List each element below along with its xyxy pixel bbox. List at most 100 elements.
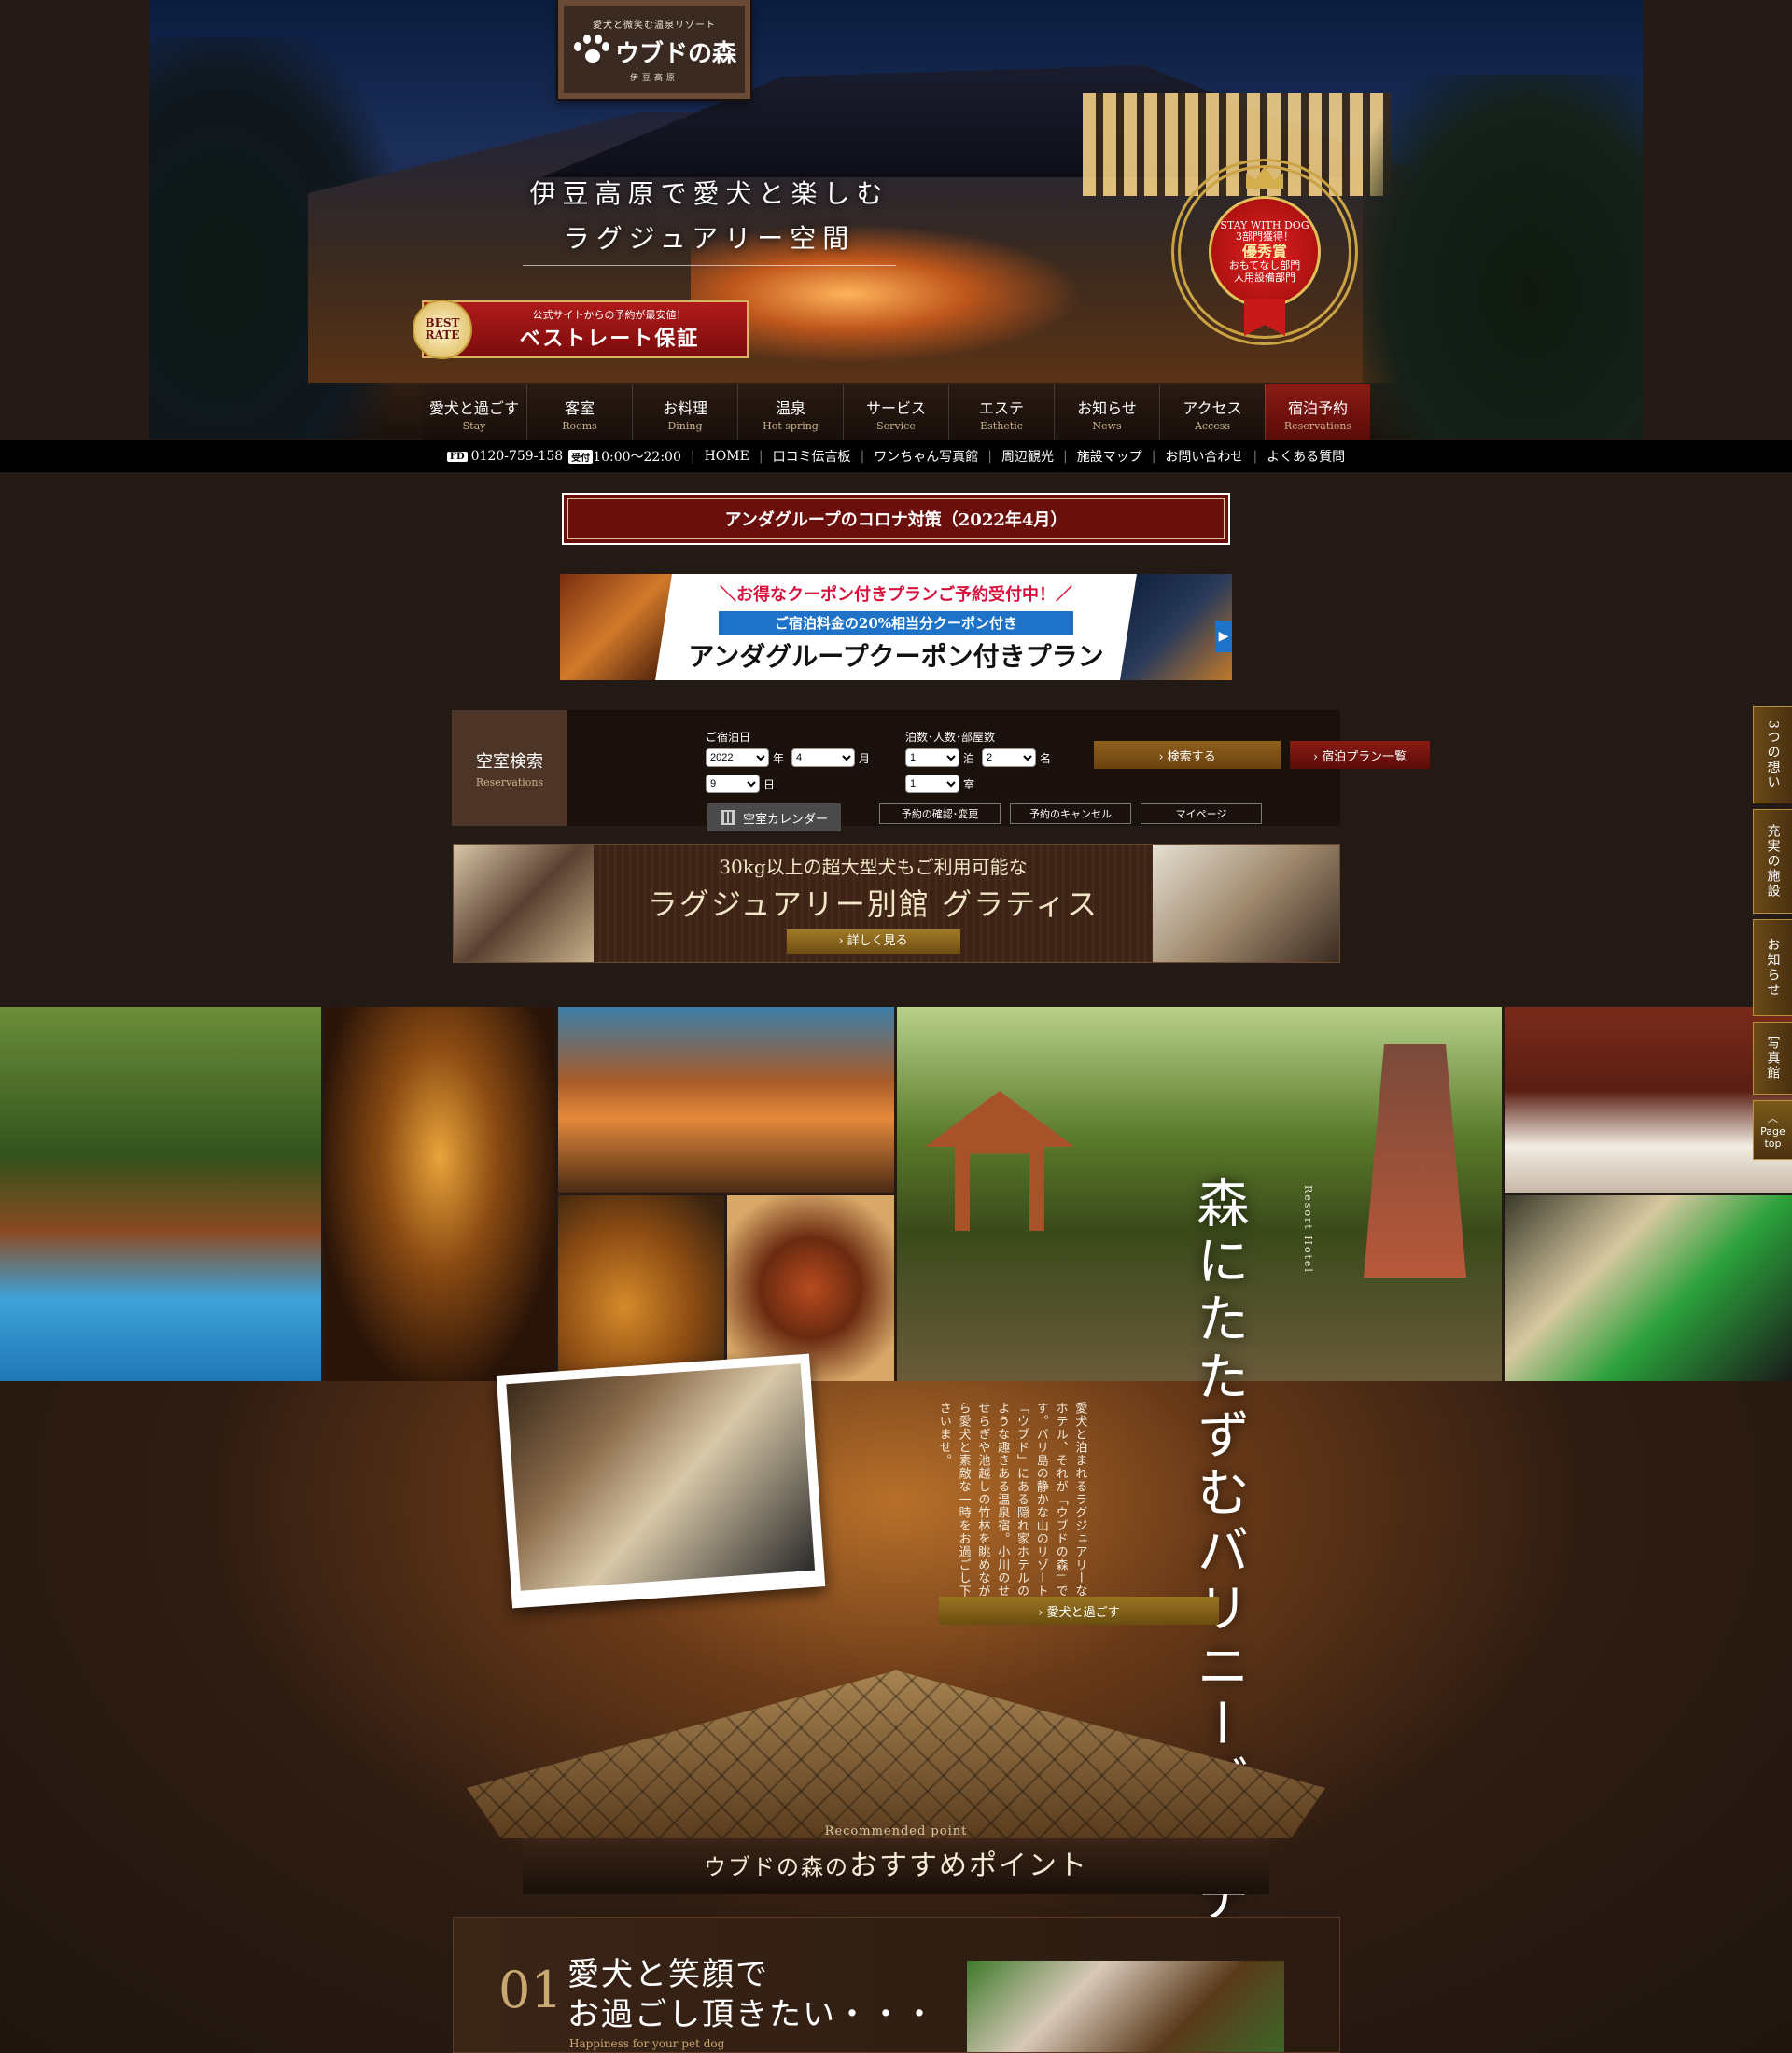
link-reviews[interactable]: 口コミ伝言板 xyxy=(773,447,851,466)
month-select[interactable]: 4 xyxy=(791,748,856,767)
year-select[interactable]: 2022 xyxy=(706,748,769,767)
coupon-photo-left xyxy=(560,574,672,680)
nav-item-access[interactable]: アクセス Access xyxy=(1159,384,1265,440)
nav-sublabel: Service xyxy=(876,420,916,432)
paw-icon xyxy=(572,35,609,68)
point-photo-dogs xyxy=(967,1961,1284,2052)
search-title: 空室検索 xyxy=(476,751,543,772)
nav-item-esthetic[interactable]: エステ Esthetic xyxy=(948,384,1054,440)
rooms-unit: 室 xyxy=(963,777,975,791)
divider: | xyxy=(1253,449,1258,464)
recommend-title-pre: ウブドの森の xyxy=(704,1854,849,1880)
day-select[interactable]: 9 xyxy=(706,775,760,793)
people-select[interactable]: 2 xyxy=(982,748,1037,767)
phone-number[interactable]: FD 0120-759-158 xyxy=(446,449,563,464)
search-button[interactable]: › 検索する xyxy=(1094,741,1281,769)
stay-with-dog-button[interactable]: › 愛犬と過ごす xyxy=(939,1597,1219,1625)
lobby-photo xyxy=(496,1353,826,1609)
award-line-2: 人用設備部門 xyxy=(1234,271,1295,284)
rooms-select[interactable]: 1 xyxy=(905,775,959,793)
page-top-button[interactable]: ︿ Page top xyxy=(1753,1100,1792,1160)
gratis-banner[interactable]: 30kg以上の超大型犬もご利用可能な ラグジュアリー別館 グラティス › 詳しく… xyxy=(453,844,1340,963)
gate-shape xyxy=(1364,1044,1466,1278)
gratis-detail-button[interactable]: › 詳しく見る xyxy=(786,929,960,954)
nav-item-service[interactable]: サービス Service xyxy=(843,384,948,440)
link-dog-photos[interactable]: ワンちゃん写真館 xyxy=(874,447,978,466)
pagetop-line-1: Page xyxy=(1760,1125,1785,1138)
link-sightseeing[interactable]: 周辺観光 xyxy=(1001,447,1054,466)
nav-item-hot-spring[interactable]: 温泉 Hot spring xyxy=(737,384,843,440)
nav-label: 客室 xyxy=(564,399,595,417)
nav-item-dining[interactable]: お料理 Dining xyxy=(632,384,737,440)
side-tabs: 3つの想い 充実の施設 お知らせ 写真館 ︿ Page top xyxy=(1753,706,1792,1160)
confirm-reservation-button[interactable]: 予約の確認･変更 xyxy=(879,803,1001,824)
photo-wheel xyxy=(727,1195,894,1381)
side-tab-label: 3つの想い xyxy=(1765,719,1781,790)
calendar-icon xyxy=(721,810,735,825)
photo-bedroom xyxy=(1505,1007,1792,1193)
side-tab-facilities[interactable]: 充実の施設 xyxy=(1753,809,1792,914)
global-nav: 愛犬と過ごす Stay 客室 Rooms お料理 Dining 温泉 Hot sprin… xyxy=(422,384,1370,440)
recommend-title-main: おすすめポイント xyxy=(849,1850,1088,1882)
side-tab-news[interactable]: お知らせ xyxy=(1753,919,1792,1016)
nights-select[interactable]: 1 xyxy=(905,748,959,767)
nav-item-stay[interactable]: 愛犬と過ごす Stay xyxy=(422,384,526,440)
link-faq[interactable]: よくある質問 xyxy=(1267,447,1345,466)
point-title-line-2: お過ごし頂きたい・・・ xyxy=(567,1995,937,2033)
gratis-line-2: ラグジュアリー別館 グラティス xyxy=(647,887,1099,922)
hero-catchcopy: 伊豆高原で愛犬と楽しむ ラグジュアリー空間 xyxy=(523,174,896,266)
side-tab-gallery[interactable]: 写真館 xyxy=(1753,1022,1792,1095)
link-contact[interactable]: お問い合わせ xyxy=(1165,447,1243,466)
side-tab-label: 写真館 xyxy=(1765,1036,1781,1081)
link-home[interactable]: HOME xyxy=(705,449,749,464)
side-tab-three-thoughts[interactable]: 3つの想い xyxy=(1753,706,1792,803)
coupon-banner[interactable]: ＼お得なクーポン付きプランご予約受付中！／ ご宿泊料金の20%相当分クーポン付き… xyxy=(560,574,1232,680)
arrow-right-icon: ▶ xyxy=(1215,621,1232,652)
best-rate-sub: 公式サイトからの予約が最安値！ xyxy=(532,309,687,321)
nav-label: 愛犬と過ごす xyxy=(428,399,520,417)
link-facility-map[interactable]: 施設マップ xyxy=(1077,447,1142,466)
people-unit: 名 xyxy=(1040,751,1052,765)
gazebo-shape xyxy=(925,1091,1074,1231)
award-emblem: STAY WITH DOG 3部門獲得！ 優秀賞 おもてなし部門 人用設備部門 xyxy=(1171,159,1358,345)
nav-label: エステ xyxy=(978,399,1024,417)
search-subtitle: Reservations xyxy=(475,775,544,789)
best-rate-badge[interactable]: BEST RATE 公式サイトからの予約が最安値！ ベストレート保証 xyxy=(413,300,749,359)
divider: | xyxy=(1063,449,1068,464)
utility-bar: FD 0120-759-158 受付 10:00～22:00 | HOME | … xyxy=(0,440,1792,472)
nav-label: アクセス xyxy=(1183,399,1242,417)
point-subtitle: Happiness for your pet dog xyxy=(569,2037,725,2050)
calendar-button-label: 空室カレンダー xyxy=(743,812,829,827)
day-unit: 日 xyxy=(763,777,776,791)
hero-banner xyxy=(149,0,1643,439)
nav-sublabel: Esthetic xyxy=(980,420,1023,432)
pagetop-line-2: top xyxy=(1764,1138,1782,1150)
nav-sublabel: Rooms xyxy=(562,420,597,432)
nav-sublabel: Access xyxy=(1194,420,1231,432)
coupon-line-1: ＼お得なクーポン付きプランご予約受付中！／ xyxy=(720,585,1072,605)
nav-label: お知らせ xyxy=(1077,399,1137,417)
photo-house xyxy=(558,1007,894,1193)
divider: | xyxy=(690,449,695,464)
plans-button[interactable]: › 宿泊プラン一覧 xyxy=(1290,741,1430,769)
nav-item-news[interactable]: お知らせ News xyxy=(1054,384,1159,440)
month-unit: 月 xyxy=(859,751,871,765)
chevron-up-icon: ︿ xyxy=(1768,1112,1778,1124)
corona-notice-button[interactable]: アンダグループのコロナ対策（2022年4月） xyxy=(562,493,1230,545)
best-rate-main: ベストレート保証 xyxy=(519,327,700,351)
mypage-button[interactable]: マイページ xyxy=(1141,803,1262,824)
logo-location: 伊豆高原 xyxy=(629,73,679,83)
date-label: ご宿泊日 xyxy=(706,731,751,744)
nav-sublabel: News xyxy=(1092,420,1122,432)
cancel-reservation-button[interactable]: 予約のキャンセル xyxy=(1010,803,1131,824)
divider: | xyxy=(860,449,865,464)
site-logo[interactable]: 愛犬と微笑む温泉リゾート ウブドの森 伊豆高原 xyxy=(558,0,750,99)
gratis-line-1: 30kg以上の超大型犬もご利用可能な xyxy=(719,856,1028,878)
nav-sublabel: Reservations xyxy=(1283,420,1352,432)
stay-label: 泊数･人数･部屋数 xyxy=(905,731,996,744)
calendar-button[interactable]: 空室カレンダー xyxy=(707,803,842,831)
nav-item-rooms[interactable]: 客室 Rooms xyxy=(526,384,632,440)
hero-trees-right xyxy=(1363,75,1643,439)
nav-item-reservations[interactable]: 宿泊予約 Reservations xyxy=(1265,384,1370,440)
hours-badge: 受付 xyxy=(568,449,594,464)
